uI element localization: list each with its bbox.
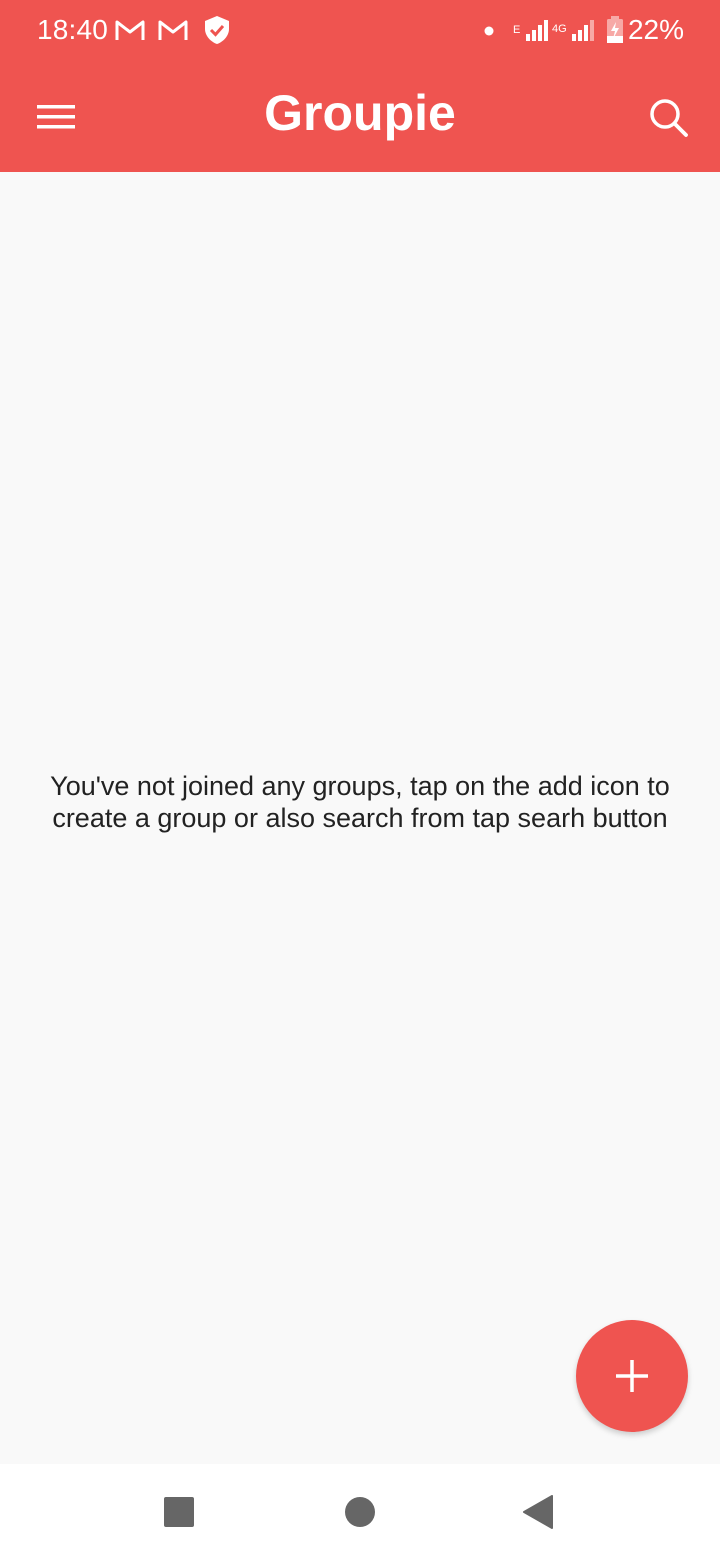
add-group-button[interactable] <box>576 1320 688 1432</box>
back-triangle-icon[interactable] <box>522 1495 554 1529</box>
battery-percentage: 22% <box>627 14 684 45</box>
system-navigation-bar <box>0 1464 720 1560</box>
shield-icon <box>205 16 229 44</box>
screen: 18:40 E 4G 22% Groupie You've not joined… <box>0 0 720 1560</box>
plus-icon <box>616 1360 648 1392</box>
gmail-icon <box>115 20 145 40</box>
status-bar: 18:40 E 4G 22% <box>0 0 720 62</box>
recents-square-icon[interactable] <box>163 1496 195 1528</box>
home-circle-icon[interactable] <box>344 1496 376 1528</box>
gmail-icon <box>158 20 188 40</box>
empty-groups-message: You've not joined any groups, tap on the… <box>50 771 670 833</box>
dot-icon <box>484 26 494 36</box>
network-4g-label: 4G <box>552 23 567 35</box>
app-title: Groupie <box>264 85 456 141</box>
battery-charging-icon <box>607 16 623 43</box>
signal-icon <box>526 20 548 41</box>
signal-4g-icon <box>572 20 594 41</box>
search-button[interactable] <box>638 88 700 148</box>
network-e-label: E <box>513 24 521 36</box>
search-icon <box>650 99 688 137</box>
app-bar: Groupie <box>0 62 720 172</box>
status-time: 18:40 <box>37 14 109 45</box>
